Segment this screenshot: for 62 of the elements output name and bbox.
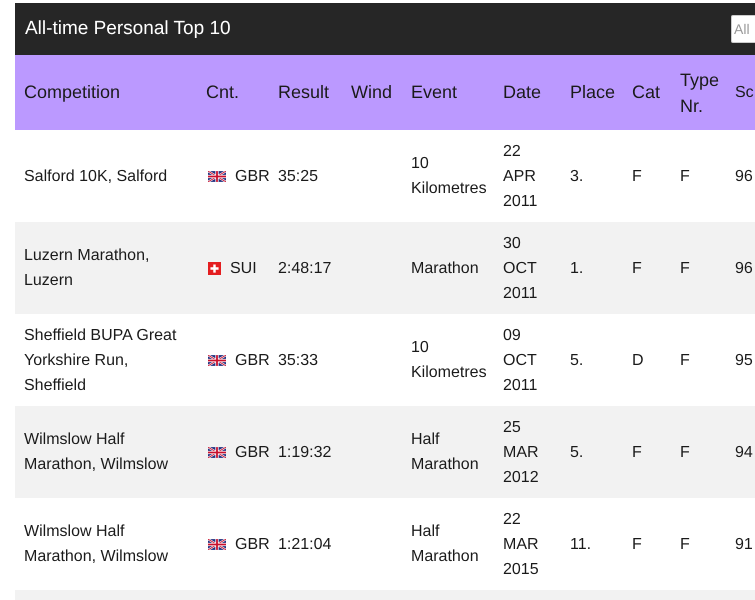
table-cell-text: SUI <box>230 258 257 278</box>
table-cell-text: 30 OCT 2011 <box>503 234 538 304</box>
table-cell: Salford 10K, Salford <box>24 168 168 184</box>
table-cell-text: 25 MAR 2012 <box>503 418 540 488</box>
table-cell: F <box>632 536 642 552</box>
table-cell: F <box>632 444 642 460</box>
table-cell: 3. <box>570 168 584 184</box>
table-cell: 11. <box>570 536 592 552</box>
table-cell: F <box>680 168 690 184</box>
column-header: Result <box>278 82 330 103</box>
flag-icon <box>208 538 226 550</box>
table-cell-text: 10 Kilometres <box>411 154 488 199</box>
table-cell-text: GBR <box>235 534 270 554</box>
table-cell: 1:21:04 <box>278 536 332 552</box>
table-cell: Luzern Marathon, Luzern <box>24 247 150 289</box>
table-cell: 2:48:17 <box>278 260 332 276</box>
table-cell: D <box>632 352 644 368</box>
column-header: Place <box>570 82 616 103</box>
column-header: Type Nr. <box>680 68 720 118</box>
column-header: Cat <box>632 82 662 103</box>
table-cell-text: GBR <box>235 166 270 186</box>
table-cell: Wilmslow Half Marathon, Wilmslow <box>24 431 168 473</box>
table-cell: F <box>680 260 690 276</box>
table-cell-text: Half Marathon <box>411 430 480 475</box>
table-cell-text: GBR <box>235 442 270 462</box>
table-cell: 96 <box>735 260 753 276</box>
column-header: Competition <box>23 82 122 103</box>
table-cell: F <box>680 536 690 552</box>
table-cell-text: Marathon <box>411 258 480 278</box>
table-cell: 96 <box>735 168 753 184</box>
table-cell-text: 22 MAR 2015 <box>503 510 540 580</box>
table-cell: F <box>680 352 690 368</box>
table-cell: 35:33 <box>278 352 318 368</box>
column-header: Event <box>411 82 458 103</box>
table-cell: 35:25 <box>278 168 318 184</box>
column-header: Cnt. <box>206 82 240 103</box>
table-cell-text: Half Marathon <box>411 522 480 567</box>
table-cell: 5. <box>570 444 584 460</box>
flag-icon <box>208 446 226 458</box>
flag-icon <box>208 170 226 182</box>
table-cell-text: GBR <box>235 350 270 370</box>
table-cell-text: 22 APR 2011 <box>503 142 538 212</box>
flag-icon <box>208 354 226 366</box>
column-header: Sc <box>735 84 755 102</box>
filter-field[interactable]: All <box>731 15 755 43</box>
table-cell: F <box>680 444 690 460</box>
table-cell: 91 <box>735 536 753 552</box>
flag-icon <box>208 262 221 274</box>
table-cell: Wilmslow Half Marathon, Wilmslow <box>24 523 168 565</box>
table-cell: 95 <box>735 352 753 368</box>
table-cell: F <box>632 168 642 184</box>
column-header: Wind <box>351 82 394 103</box>
column-header: Date <box>503 82 542 103</box>
table-cell-text: 09 OCT 2011 <box>503 326 538 396</box>
table-cell: 94 <box>735 444 753 460</box>
panel-title: All-time Personal Top 10 <box>25 18 231 40</box>
table-cell-text: 10 Kilometres <box>411 338 488 383</box>
table-cell: F <box>632 260 642 276</box>
table-cell: 5. <box>570 352 584 368</box>
table-cell: 1. <box>570 260 584 276</box>
table-cell: 1:19:32 <box>278 444 332 460</box>
table-cell: Sheffield BUPA Great Yorkshire Run, Sheffield <box>24 326 176 394</box>
